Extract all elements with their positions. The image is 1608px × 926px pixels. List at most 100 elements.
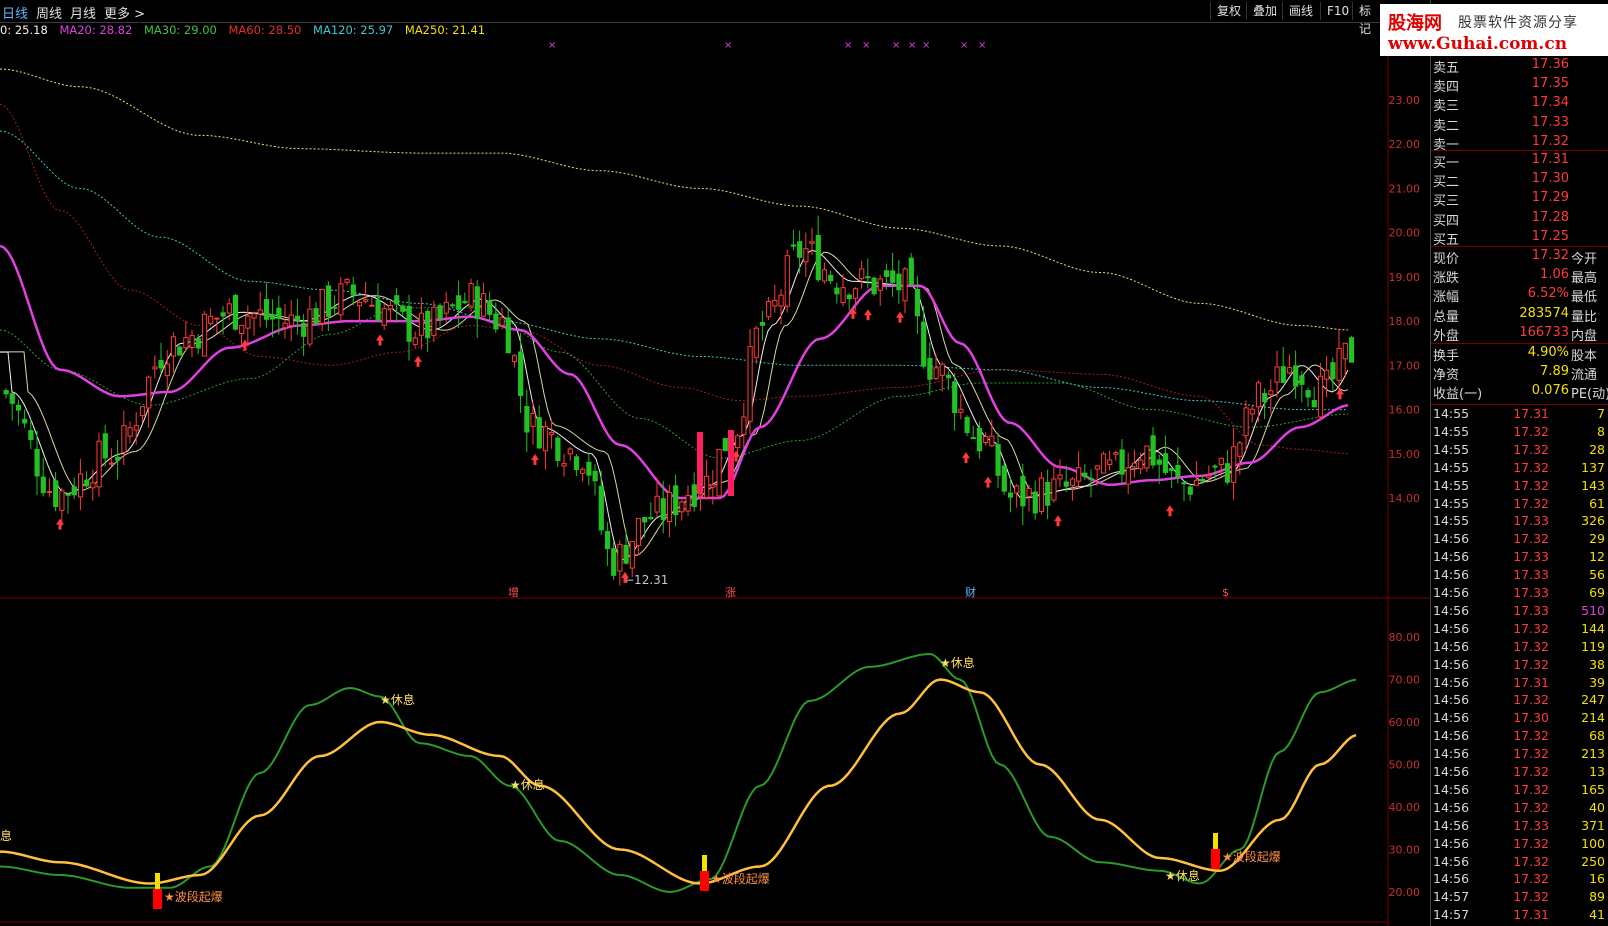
logo-tagline: 股票软件资源分享 [1458,15,1578,31]
candle-body [1231,446,1237,483]
candle-body [1317,375,1324,418]
candle-body [859,268,865,280]
tick-price: 17.32 [1513,871,1549,887]
row-label-right: 股本 [1571,349,1598,364]
price-tick-label: 15.00 [1389,448,1421,461]
candle-body [1249,408,1255,415]
tick-price: 17.33 [1513,602,1549,618]
tick-row: 14:56 17.32 29 [1431,531,1608,549]
price-axis: 23.00 22.00 21.00 20.00 19.00 18.00 17.00 16.00… [1389,94,1421,505]
row-value: 1.06 [1540,267,1569,283]
burst-signal-bar [1213,833,1218,849]
candle-body [71,486,77,496]
candle-body [921,321,927,367]
stat-row: 涨幅 6.52% 最低 [1431,286,1608,305]
candle-body [759,321,766,326]
candle-body [1206,475,1212,479]
candle-body [232,294,239,330]
tick-price: 17.32 [1513,781,1549,797]
price-tick-label: 18.00 [1389,315,1421,328]
tick-time: 14:57 [1433,907,1470,923]
candle-body [1026,488,1032,497]
tick-row: 14:55 17.32 8 [1431,424,1608,442]
tick-row: 14:56 17.31 39 [1431,675,1608,693]
candle-body [462,300,468,304]
f10-button[interactable]: F10 [1320,2,1355,20]
candle-body [84,479,90,487]
row-value: 6.52% [1527,286,1569,302]
candle-body [251,313,257,319]
tick-price: 17.32 [1513,889,1549,905]
candle-body [456,295,462,310]
candle-body [604,530,611,550]
tick-volume: 56 [1589,567,1605,583]
candle-body [474,286,480,320]
tick-price: 17.33 [1513,585,1549,600]
tick-price: 17.32 [1513,495,1549,511]
candle-body [716,448,722,497]
tick-volume: 12 [1589,549,1605,565]
candle-body [654,495,660,513]
tick-volume: 144 [1581,620,1605,636]
tick-row: 14:56 17.33 371 [1431,818,1608,836]
stat-row: 总量 283574 量比 [1431,306,1608,325]
candle-body [115,456,121,461]
tick-row: 14:56 17.32 40 [1431,800,1608,818]
candle-body [896,273,902,291]
candle-body [679,501,685,513]
candle-body [3,390,9,395]
candle-body [803,248,809,263]
tick-time: 14:56 [1433,620,1470,636]
mark-button[interactable]: 标记 [1352,2,1380,36]
candle-body [1119,449,1125,475]
tick-row: 14:56 17.32 213 [1431,746,1608,764]
candle-body [629,541,635,569]
candle-body [952,381,958,414]
bid-row: 买三 17.29 [1431,190,1608,209]
price-tick-label: 17.00 [1389,359,1421,372]
candle-body [90,482,96,489]
candle-body [722,437,728,452]
tick-time: 14:55 [1433,513,1470,529]
candle-body [642,517,648,523]
tick-time: 14:56 [1433,656,1470,672]
candle-body [778,294,784,307]
ma-legend-item: MA20: 28.82 [59,23,133,37]
tab-weekly[interactable]: 周线 [36,3,62,22]
candle-body [437,305,443,320]
candle-body [53,480,59,508]
tab-daily[interactable]: 日线 [2,3,28,22]
buy-arrow [984,476,992,488]
tick-volume: 214 [1581,710,1605,726]
candle-body [139,406,146,417]
candle-body [1113,452,1119,455]
indicator-tick-label: 80.00 [1389,631,1421,644]
draw-button[interactable]: 画线 [1282,2,1319,20]
tab-monthly[interactable]: 月线 [70,3,96,22]
candle-body [1169,468,1175,471]
event-mark: 增 [508,585,519,599]
candle-body [487,300,493,315]
kline-chart[interactable]: 23.00 22.00 21.00 20.00 19.00 18.00 17.00 16.00… [0,0,1430,926]
candle-body [418,312,425,336]
candle-body [995,444,1001,476]
rest-mark: ★休息 [510,777,545,792]
candle-body [970,437,976,440]
tab-more[interactable]: 更多 > [104,3,145,22]
overlay-button[interactable]: 叠加 [1246,2,1283,20]
candle-body [164,363,170,377]
candle-body [1293,365,1299,387]
candle-body [214,317,220,320]
candle-body [561,463,567,467]
tick-row: 14:56 17.32 165 [1431,782,1608,800]
candle-body [976,428,983,452]
candle-body [871,277,877,295]
tick-row: 14:56 17.33 510 [1431,603,1608,621]
buy-arrow [376,334,384,346]
tick-volume: 165 [1581,781,1605,797]
tick-row: 14:56 17.32 13 [1431,764,1608,782]
candle-body [846,294,852,300]
tick-volume: 213 [1581,746,1605,762]
bid-row: 买二 17.30 [1431,171,1608,190]
adjust-button[interactable]: 复权 [1210,2,1247,20]
